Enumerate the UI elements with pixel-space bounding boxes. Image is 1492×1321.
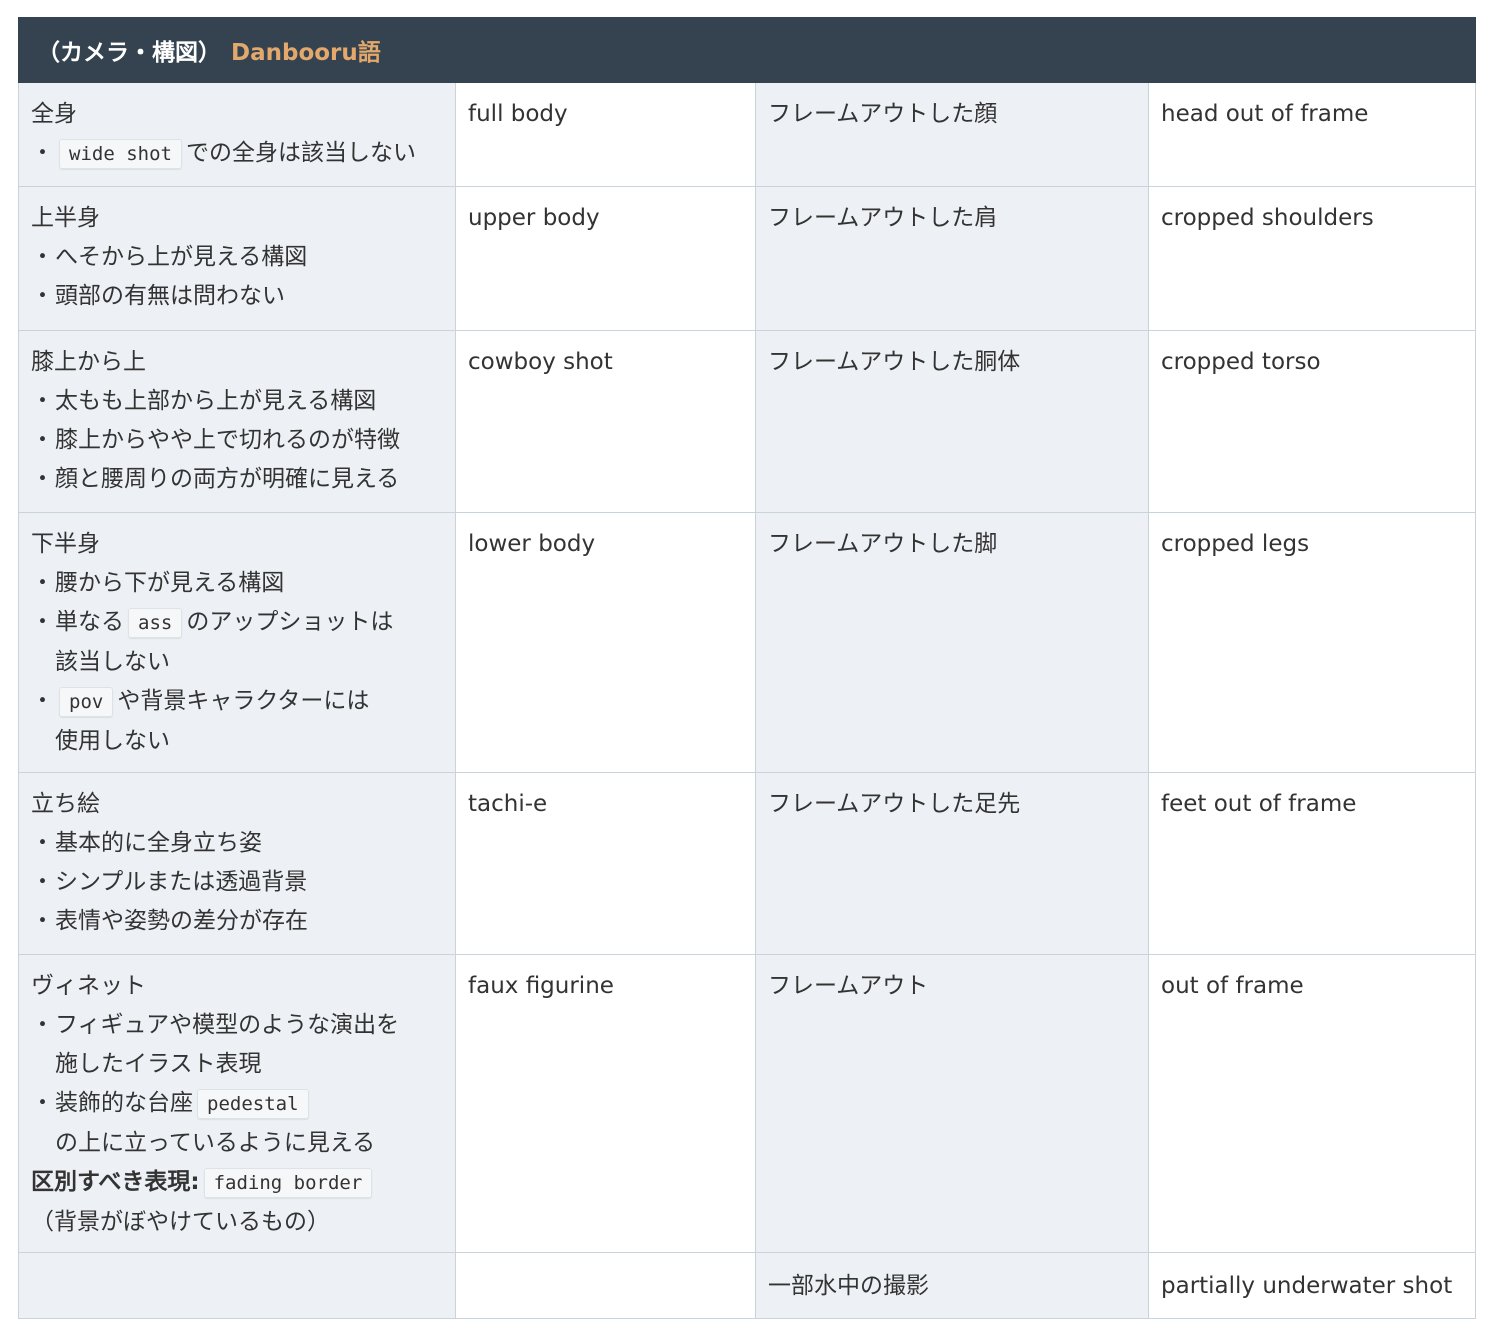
desc-bullet: へそから上が見える構図 <box>31 238 443 277</box>
inline-code: fading border <box>203 1168 373 1198</box>
table-row: 全身 wide shotでの全身は該当しない full body フレームアウト… <box>18 82 1477 187</box>
desc-title: ヴィネット <box>31 973 146 999</box>
third-cell: フレームアウトした足先 <box>755 772 1149 955</box>
desc-cell <box>18 1252 456 1319</box>
desc-bullet: 腰から下が見える構図 <box>31 564 443 603</box>
bullet-text: フィギュアや模型のような演出を <box>55 1012 400 1038</box>
desc-bullet: 基本的に全身立ち姿 <box>31 824 443 863</box>
tag-cell: faux figurine <box>455 954 756 1253</box>
fourth-cell: cropped torso <box>1147 330 1477 513</box>
note-paren: （背景がぼやけているもの） <box>31 1209 330 1235</box>
bullet-text: の上に立っているように見える <box>55 1130 376 1156</box>
desc-title: 下半身 <box>31 531 100 557</box>
fourth-cell: out of frame <box>1147 954 1477 1253</box>
bullet-text: や背景キャラクターには <box>117 688 370 714</box>
desc-cell: 立ち絵 基本的に全身立ち姿 シンプルまたは透過背景 表情や姿勢の差分が存在 <box>18 772 456 955</box>
inline-code: pedestal <box>197 1089 309 1119</box>
bullet-text: 該当しない <box>55 649 170 675</box>
tag-cell: lower body <box>455 512 756 773</box>
third-cell: フレームアウトした顔 <box>755 82 1149 187</box>
desc-cell: 全身 wide shotでの全身は該当しない <box>18 82 456 187</box>
desc-bullet: 膝上からやや上で切れるのが特徴 <box>31 421 443 460</box>
table-header-row: （カメラ・構図） Danbooru語 <box>17 17 1477 83</box>
tag-cell: full body <box>455 82 756 187</box>
table-row: 膝上から上 太もも上部から上が見える構図 膝上からやや上で切れるのが特徴 顔と腰… <box>18 330 1477 513</box>
bullet-text: での全身は該当しない <box>185 140 416 166</box>
inline-code: ass <box>128 608 183 638</box>
table-row: 一部水中の撮影 partially underwater shot <box>18 1252 1477 1319</box>
bullet-text: 単なる <box>55 609 124 635</box>
inline-code: wide shot <box>59 139 182 169</box>
desc-bullet: シンプルまたは透過背景 <box>31 863 443 902</box>
third-cell: フレームアウトした胴体 <box>755 330 1149 513</box>
table-row: 上半身 へそから上が見える構図 頭部の有無は問わない upper body フレ… <box>18 186 1477 331</box>
bullet-text: 使用しない <box>55 728 170 754</box>
table-row: ヴィネット フィギュアや模型のような演出を施したイラスト表現 装飾的な台座ped… <box>18 954 1477 1253</box>
desc-bullet: 表情や姿勢の差分が存在 <box>31 902 443 941</box>
fourth-cell: partially underwater shot <box>1147 1252 1477 1319</box>
danbooru-camera-table: （カメラ・構図） Danbooru語 全身 wide shotでの全身は該当しない… <box>17 17 1477 1319</box>
desc-cell: 下半身 腰から下が見える構図 単なるassのアップショットは該当しない povや… <box>18 512 456 773</box>
desc-bullet: 装飾的な台座pedestal の上に立っているように見える <box>31 1084 443 1163</box>
desc-bullet: 太もも上部から上が見える構図 <box>31 382 443 421</box>
tag-cell: upper body <box>455 186 756 331</box>
desc-bullet: wide shotでの全身は該当しない <box>31 134 443 174</box>
fourth-cell: feet out of frame <box>1147 772 1477 955</box>
desc-bullet: 単なるassのアップショットは該当しない <box>31 603 443 682</box>
desc-cell: 膝上から上 太もも上部から上が見える構図 膝上からやや上で切れるのが特徴 顔と腰… <box>18 330 456 513</box>
desc-bullet: 顔と腰周りの両方が明確に見える <box>31 460 443 499</box>
tag-cell: cowboy shot <box>455 330 756 513</box>
note-line: 区別すべき表現: fading border <box>31 1163 443 1203</box>
fourth-cell: head out of frame <box>1147 82 1477 187</box>
desc-title: 膝上から上 <box>31 349 146 375</box>
third-cell: 一部水中の撮影 <box>755 1252 1149 1319</box>
fourth-cell: cropped legs <box>1147 512 1477 773</box>
desc-bullet: フィギュアや模型のような演出を施したイラスト表現 <box>31 1006 443 1084</box>
desc-cell: 上半身 へそから上が見える構図 頭部の有無は問わない <box>18 186 456 331</box>
desc-title: 立ち絵 <box>31 791 100 817</box>
tag-cell <box>455 1252 756 1319</box>
header-accent: Danbooru語 <box>231 40 381 66</box>
note-label: 区別すべき表現: <box>31 1169 200 1195</box>
desc-cell: ヴィネット フィギュアや模型のような演出を施したイラスト表現 装飾的な台座ped… <box>18 954 456 1253</box>
desc-title: 全身 <box>31 101 77 127</box>
third-cell: フレームアウト <box>755 954 1149 1253</box>
table-row: 下半身 腰から下が見える構図 単なるassのアップショットは該当しない povや… <box>18 512 1477 773</box>
third-cell: フレームアウトした肩 <box>755 186 1149 331</box>
desc-bullet: 頭部の有無は問わない <box>31 277 443 316</box>
desc-title: 上半身 <box>31 205 100 231</box>
bullet-text: 施したイラスト表現 <box>55 1051 262 1077</box>
tag-cell: tachi-e <box>455 772 756 955</box>
fourth-cell: cropped shoulders <box>1147 186 1477 331</box>
bullet-text: のアップショットは <box>186 609 394 635</box>
inline-code: pov <box>59 687 114 717</box>
header-title: （カメラ・構図） <box>37 40 221 66</box>
desc-bullet: povや背景キャラクターには使用しない <box>31 682 443 761</box>
table-header: （カメラ・構図） Danbooru語 <box>17 17 1477 83</box>
table-row: 立ち絵 基本的に全身立ち姿 シンプルまたは透過背景 表情や姿勢の差分が存在 ta… <box>18 772 1477 955</box>
bullet-text: 装飾的な台座 <box>55 1090 193 1116</box>
third-cell: フレームアウトした脚 <box>755 512 1149 773</box>
